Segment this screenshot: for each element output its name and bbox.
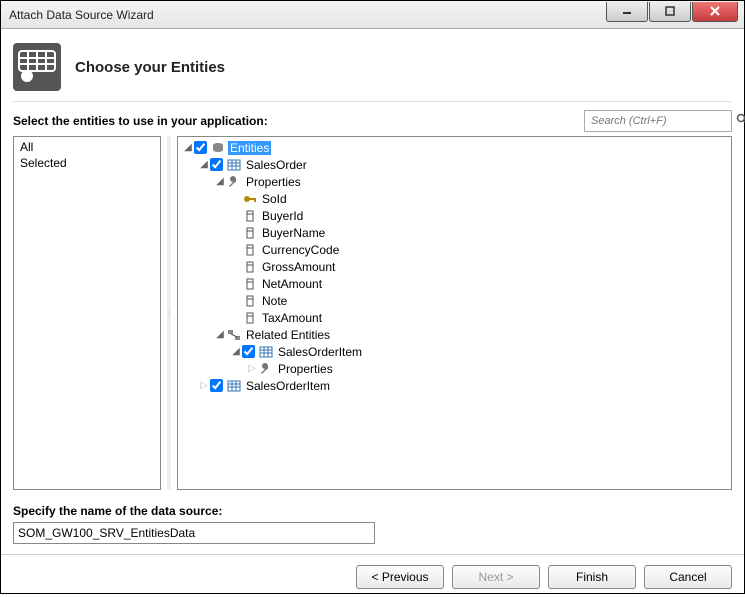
expand-toggle[interactable]: ◢ bbox=[198, 159, 210, 170]
table-icon bbox=[226, 380, 242, 392]
title-bar: Attach Data Source Wizard bbox=[1, 1, 744, 29]
checkbox-entities[interactable] bbox=[194, 141, 207, 154]
button-bar: < Previous Next > Finish Cancel bbox=[1, 554, 744, 589]
expand-toggle[interactable]: ▷ bbox=[246, 363, 258, 374]
relation-icon bbox=[226, 329, 242, 341]
tree-label: SalesOrderItem bbox=[244, 379, 332, 393]
tree-label: SalesOrderItem bbox=[276, 345, 364, 359]
select-entities-label: Select the entities to use in your appli… bbox=[13, 114, 268, 128]
search-icon[interactable] bbox=[736, 112, 745, 130]
column-icon bbox=[242, 210, 258, 222]
tree-label: Note bbox=[260, 294, 289, 308]
tree-node-salesorder[interactable]: ◢ SalesOrder bbox=[182, 156, 727, 173]
column-icon bbox=[242, 227, 258, 239]
tree-node-related-entities[interactable]: ◢ Related Entities bbox=[182, 326, 727, 343]
column-icon bbox=[242, 244, 258, 256]
search-input[interactable] bbox=[589, 114, 736, 128]
tree-node-buyerid[interactable]: BuyerId bbox=[182, 207, 727, 224]
splitter-handle[interactable]: ⋮ bbox=[167, 136, 171, 490]
entities-header-icon bbox=[13, 43, 61, 91]
minimize-button[interactable] bbox=[606, 2, 648, 22]
finish-button[interactable]: Finish bbox=[548, 565, 636, 589]
tree-label: Properties bbox=[276, 362, 335, 376]
expand-toggle[interactable]: ◢ bbox=[230, 346, 242, 357]
window-title: Attach Data Source Wizard bbox=[9, 8, 154, 22]
expand-toggle[interactable]: ◢ bbox=[182, 142, 194, 153]
column-icon bbox=[242, 312, 258, 324]
maximize-button[interactable] bbox=[649, 2, 691, 22]
tree-label: Entities bbox=[228, 141, 271, 155]
wizard-header: Choose your Entities bbox=[13, 39, 732, 102]
checkbox-salesorder[interactable] bbox=[210, 158, 223, 171]
entities-tree[interactable]: ◢ Entities ◢ SalesOrder ◢ Properties SoI… bbox=[177, 136, 732, 490]
tree-label: SalesOrder bbox=[244, 158, 309, 172]
tree-node-properties[interactable]: ◢ Properties bbox=[182, 173, 727, 190]
table-grid-icon bbox=[18, 50, 56, 84]
cancel-button[interactable]: Cancel bbox=[644, 565, 732, 589]
tree-node-salesorderitem2[interactable]: ▷ SalesOrderItem bbox=[182, 377, 727, 394]
close-button[interactable] bbox=[692, 2, 738, 22]
datasource-name-input[interactable] bbox=[13, 522, 375, 544]
checkbox-salesorderitem[interactable] bbox=[242, 345, 255, 358]
tree-node-note[interactable]: Note bbox=[182, 292, 727, 309]
tree-node-entities[interactable]: ◢ Entities bbox=[182, 139, 727, 156]
tree-node-grossamount[interactable]: GrossAmount bbox=[182, 258, 727, 275]
table-icon bbox=[226, 159, 242, 171]
tree-node-salesorderitem[interactable]: ◢ SalesOrderItem bbox=[182, 343, 727, 360]
tree-label: TaxAmount bbox=[260, 311, 324, 325]
previous-button[interactable]: < Previous bbox=[356, 565, 444, 589]
tree-node-soi-properties[interactable]: ▷ Properties bbox=[182, 360, 727, 377]
tree-label: CurrencyCode bbox=[260, 243, 341, 257]
tree-label: SoId bbox=[260, 192, 289, 206]
tree-label: BuyerId bbox=[260, 209, 305, 223]
tree-label: BuyerName bbox=[260, 226, 327, 240]
tree-label: Properties bbox=[244, 175, 303, 189]
expand-toggle[interactable]: ◢ bbox=[214, 176, 226, 187]
filter-all[interactable]: All bbox=[18, 139, 156, 155]
key-icon bbox=[242, 193, 258, 205]
filter-list[interactable]: All Selected bbox=[13, 136, 161, 490]
expand-toggle[interactable]: ▷ bbox=[198, 380, 210, 391]
checkbox-salesorderitem2[interactable] bbox=[210, 379, 223, 392]
datasource-icon bbox=[210, 142, 226, 154]
column-icon bbox=[242, 261, 258, 273]
page-title: Choose your Entities bbox=[75, 59, 225, 76]
specify-name-label: Specify the name of the data source: bbox=[13, 504, 732, 518]
tree-node-netamount[interactable]: NetAmount bbox=[182, 275, 727, 292]
tree-label: Related Entities bbox=[244, 328, 332, 342]
tree-label: GrossAmount bbox=[260, 260, 337, 274]
column-icon bbox=[242, 295, 258, 307]
filter-selected[interactable]: Selected bbox=[18, 155, 156, 171]
tree-node-currencycode[interactable]: CurrencyCode bbox=[182, 241, 727, 258]
column-icon bbox=[242, 278, 258, 290]
wrench-icon bbox=[258, 363, 274, 375]
table-icon bbox=[258, 346, 274, 358]
next-button: Next > bbox=[452, 565, 540, 589]
tree-node-soid[interactable]: SoId bbox=[182, 190, 727, 207]
expand-toggle[interactable]: ◢ bbox=[214, 329, 226, 340]
tree-node-buyername[interactable]: BuyerName bbox=[182, 224, 727, 241]
tree-node-taxamount[interactable]: TaxAmount bbox=[182, 309, 727, 326]
search-box[interactable] bbox=[584, 110, 732, 132]
wrench-icon bbox=[226, 176, 242, 188]
tree-label: NetAmount bbox=[260, 277, 324, 291]
